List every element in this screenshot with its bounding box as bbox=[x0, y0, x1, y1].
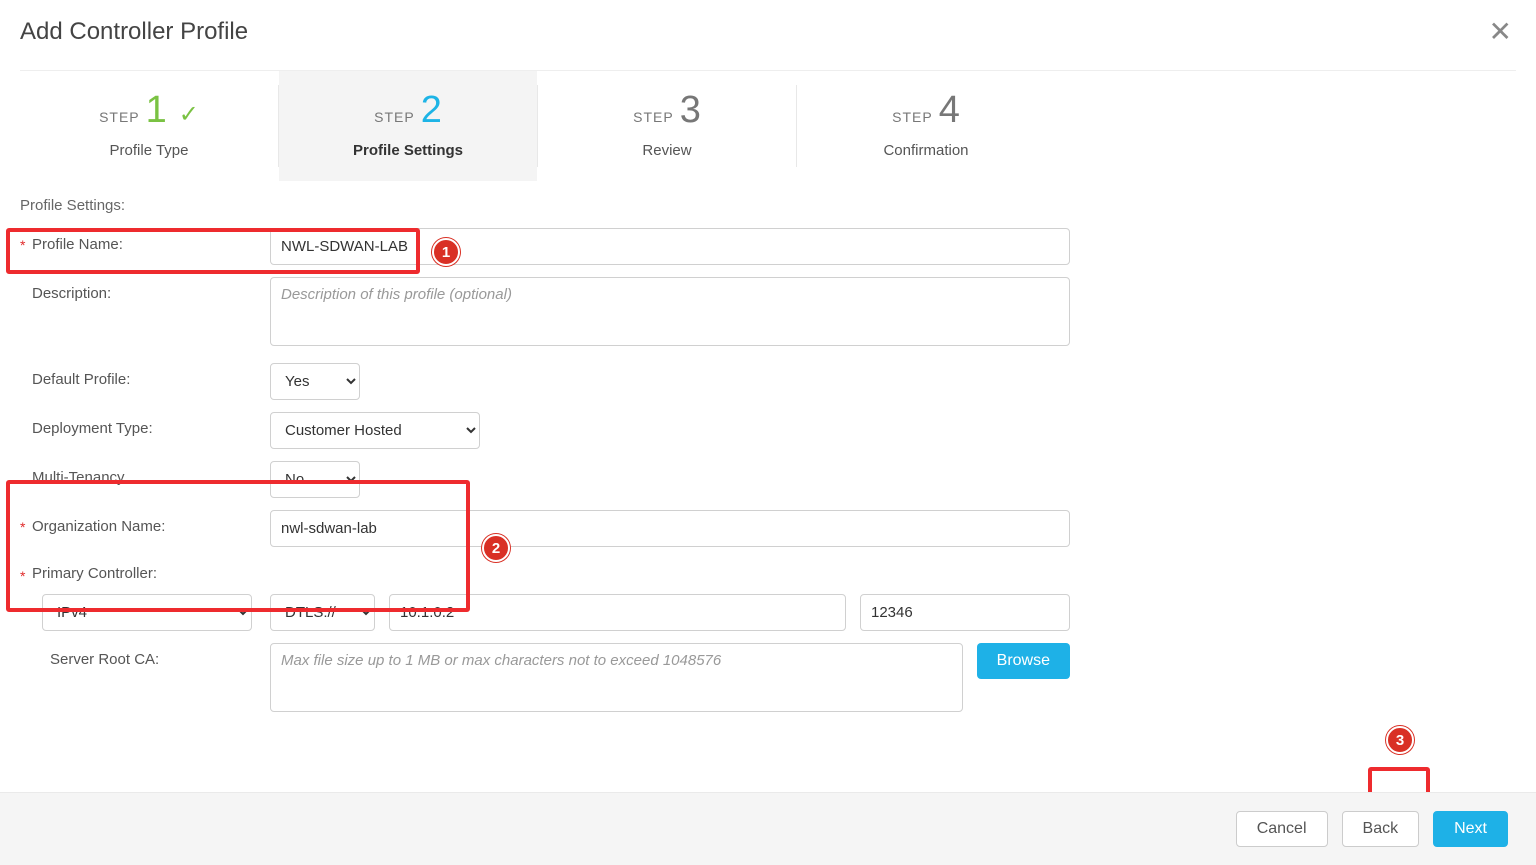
label-default-profile: Default Profile: bbox=[20, 363, 270, 388]
step-confirmation[interactable]: STEP 4 Confirmation bbox=[797, 71, 1055, 181]
row-profile-name: Profile Name: bbox=[20, 228, 1516, 265]
description-input[interactable] bbox=[270, 277, 1070, 346]
org-name-input[interactable] bbox=[270, 510, 1070, 547]
pc-port-input[interactable] bbox=[860, 594, 1070, 631]
close-icon[interactable]: ✕ bbox=[1489, 18, 1512, 46]
callout-1: 1 bbox=[432, 238, 460, 266]
pc-protocol-select[interactable]: IPv4 bbox=[42, 594, 252, 631]
label-deployment-type: Deployment Type: bbox=[20, 412, 270, 437]
dialog-footer: Cancel Back Next bbox=[0, 792, 1536, 865]
page-title: Add Controller Profile bbox=[20, 18, 248, 46]
row-multi-tenancy: Multi-Tenancy No bbox=[20, 461, 1516, 498]
multi-tenancy-select[interactable]: No bbox=[270, 461, 360, 498]
label-multi-tenancy: Multi-Tenancy bbox=[20, 461, 270, 486]
row-primary-controller-label: Primary Controller: bbox=[20, 559, 1516, 582]
label-description: Description: bbox=[20, 277, 270, 302]
profile-name-input[interactable] bbox=[270, 228, 1070, 265]
label-primary-controller: Primary Controller: bbox=[20, 559, 270, 582]
section-heading: Profile Settings: bbox=[20, 197, 1516, 214]
label-server-root-ca: Server Root CA: bbox=[20, 643, 270, 668]
callout-2: 2 bbox=[482, 534, 510, 562]
label-profile-name: Profile Name: bbox=[20, 228, 270, 253]
check-icon: ✓ bbox=[179, 100, 199, 129]
server-root-ca-input[interactable] bbox=[270, 643, 963, 712]
step-review[interactable]: STEP 3 Review bbox=[538, 71, 796, 181]
step-profile-type[interactable]: STEP 1 ✓ Profile Type bbox=[20, 71, 278, 181]
pc-scheme-select[interactable]: DTLS:// bbox=[270, 594, 375, 631]
row-primary-controller-fields: IPv4 DTLS:// bbox=[20, 594, 1516, 631]
callout-3: 3 bbox=[1386, 726, 1414, 754]
pc-ip-input[interactable] bbox=[389, 594, 846, 631]
next-button[interactable]: Next bbox=[1433, 811, 1508, 847]
step-profile-settings[interactable]: STEP 2 Profile Settings bbox=[279, 71, 537, 181]
dialog-header: Add Controller Profile ✕ bbox=[0, 0, 1536, 64]
default-profile-select[interactable]: Yes bbox=[270, 363, 360, 400]
deployment-type-select[interactable]: Customer Hosted bbox=[270, 412, 480, 449]
form-body: Profile Settings: Profile Name: Descript… bbox=[0, 181, 1536, 712]
wizard-stepper: STEP 1 ✓ Profile Type STEP 2 Profile Set… bbox=[20, 70, 1516, 181]
browse-button[interactable]: Browse bbox=[977, 643, 1070, 679]
row-deployment-type: Deployment Type: Customer Hosted bbox=[20, 412, 1516, 449]
row-org-name: Organization Name: bbox=[20, 510, 1516, 547]
row-default-profile: Default Profile: Yes bbox=[20, 363, 1516, 400]
row-description: Description: bbox=[20, 277, 1516, 351]
label-org-name: Organization Name: bbox=[20, 510, 270, 535]
cancel-button[interactable]: Cancel bbox=[1236, 811, 1328, 847]
row-server-root-ca: Server Root CA: Browse bbox=[20, 643, 1516, 712]
back-button[interactable]: Back bbox=[1342, 811, 1420, 847]
